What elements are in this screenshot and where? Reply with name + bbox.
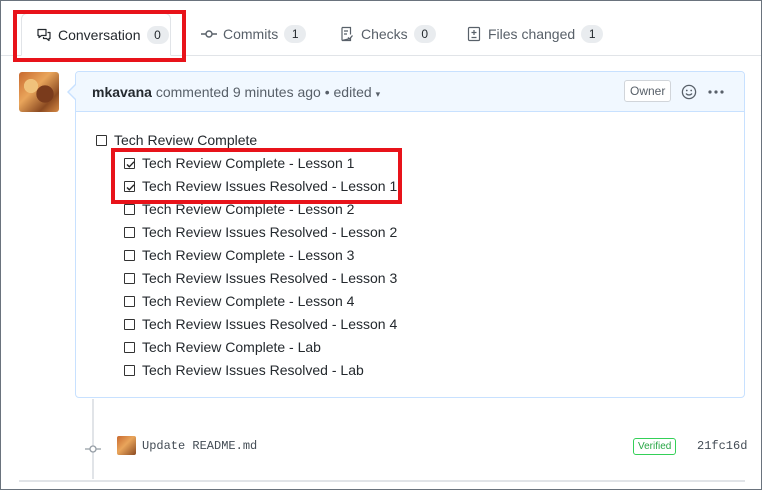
- meta-separator: •: [324, 84, 330, 100]
- task-label: Tech Review Complete - Lesson 4: [142, 293, 355, 309]
- task-list-item: Tech Review Issues Resolved - Lesson 1: [124, 178, 397, 194]
- tab-files-changed[interactable]: Files changed 1: [452, 13, 617, 55]
- task-checkbox[interactable]: [124, 295, 135, 307]
- task-list-item: Tech Review Complete - Lesson 4: [124, 293, 354, 309]
- pr-tabs: Conversation 0 Commits 1 Checks 0 Files …: [1, 1, 761, 56]
- commit-sha-link[interactable]: 21fc16d: [697, 439, 747, 453]
- check-icon: [126, 183, 135, 191]
- task-checkbox-checked[interactable]: [124, 157, 135, 169]
- task-list-item: Tech Review Issues Resolved - Lesson 3: [124, 270, 397, 286]
- task-list-item: Tech Review Complete: [96, 132, 257, 148]
- verified-badge[interactable]: Verified: [633, 438, 677, 455]
- task-list-item: Tech Review Issues Resolved - Lesson 4: [124, 316, 397, 332]
- comment-discussion-icon: [36, 27, 52, 43]
- smiley-icon[interactable]: [680, 83, 698, 101]
- tab-label: Checks: [361, 26, 408, 42]
- task-list-item: Tech Review Complete - Lesson 3: [124, 247, 354, 263]
- tab-label: Conversation: [58, 26, 141, 43]
- tab-label: Files changed: [488, 26, 576, 42]
- task-label: Tech Review Issues Resolved - Lesson 1: [142, 178, 398, 194]
- task-label: Tech Review Issues Resolved - Lesson 4: [142, 316, 398, 332]
- task-checkbox[interactable]: [124, 226, 135, 238]
- task-checkbox[interactable]: [96, 134, 107, 146]
- pull-request-page: Conversation 0 Commits 1 Checks 0 Files …: [0, 0, 762, 490]
- tab-checks[interactable]: Checks 0: [325, 13, 450, 55]
- chevron-down-icon: ▾: [375, 89, 381, 99]
- check-icon: [126, 160, 135, 168]
- task-label: Tech Review Complete - Lesson 3: [142, 247, 355, 263]
- tab-counter: 1: [284, 25, 307, 43]
- comment-action: commented: [155, 84, 229, 100]
- tab-conversation[interactable]: Conversation 0: [21, 13, 171, 56]
- task-list-item: Tech Review Complete - Lesson 1: [124, 155, 354, 171]
- tab-commits[interactable]: Commits 1: [187, 13, 320, 55]
- task-checkbox[interactable]: [124, 249, 135, 261]
- task-checkbox[interactable]: [124, 364, 135, 376]
- divider: [19, 480, 745, 482]
- task-label: Tech Review Issues Resolved - Lesson 3: [142, 270, 398, 286]
- diff-icon: [466, 26, 482, 42]
- git-commit-icon: [201, 26, 217, 42]
- task-label: Tech Review Issues Resolved - Lab: [142, 362, 364, 378]
- comment-time[interactable]: 9 minutes ago: [233, 84, 321, 100]
- edited-label: edited: [333, 84, 372, 100]
- avatar[interactable]: [19, 72, 59, 112]
- comment-pointer-fill: [69, 85, 76, 99]
- task-list-item: Tech Review Complete - Lesson 2: [124, 201, 354, 217]
- commit-message-link[interactable]: Update README.md: [142, 439, 257, 453]
- task-list-item: Tech Review Complete - Lab: [124, 339, 321, 355]
- tab-counter: 1: [581, 25, 604, 43]
- task-list-item: Tech Review Issues Resolved - Lab: [124, 362, 364, 378]
- author-link[interactable]: mkavana: [92, 84, 152, 100]
- kebab-horizontal-icon[interactable]: [707, 83, 725, 101]
- owner-badge: Owner: [624, 80, 672, 102]
- edited-dropdown[interactable]: edited ▾: [334, 84, 381, 100]
- task-label: Tech Review Complete - Lab: [142, 339, 321, 355]
- task-checkbox[interactable]: [124, 203, 135, 215]
- commit-author-avatar[interactable]: [117, 436, 136, 455]
- task-checkbox-checked[interactable]: [124, 180, 135, 192]
- task-label: Tech Review Complete - Lesson 2: [142, 201, 355, 217]
- task-checkbox[interactable]: [124, 341, 135, 353]
- timeline-line: [92, 399, 94, 479]
- task-checkbox[interactable]: [124, 318, 135, 330]
- tab-label: Commits: [223, 26, 279, 42]
- task-list-item: Tech Review Issues Resolved - Lesson 2: [124, 224, 397, 240]
- task-label: Tech Review Complete: [114, 132, 258, 148]
- comment-box: mkavana commented 9 minutes ago • edited…: [75, 71, 745, 398]
- comment-header: mkavana commented 9 minutes ago • edited…: [76, 72, 744, 112]
- git-commit-icon: [85, 441, 101, 453]
- comment-meta: mkavana commented 9 minutes ago • edited…: [92, 84, 380, 100]
- task-checkbox[interactable]: [124, 272, 135, 284]
- task-label: Tech Review Issues Resolved - Lesson 2: [142, 224, 398, 240]
- checklist-icon: [339, 26, 355, 42]
- tab-counter: 0: [413, 25, 436, 43]
- task-label: Tech Review Complete - Lesson 1: [142, 155, 355, 171]
- tab-counter: 0: [146, 25, 169, 44]
